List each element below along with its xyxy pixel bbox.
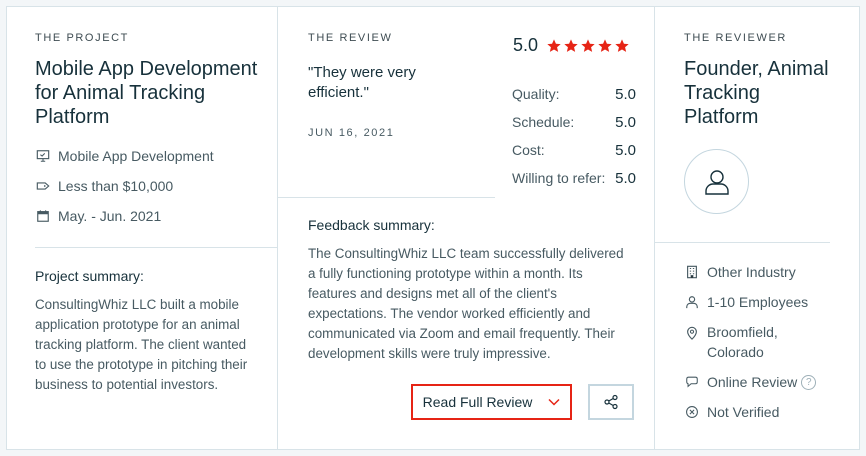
project-summary-text: ConsultingWhiz LLC built a mobile applic… bbox=[35, 295, 275, 395]
avatar bbox=[684, 149, 749, 214]
score-value: 5.0 bbox=[615, 114, 636, 131]
star-icon bbox=[581, 38, 595, 52]
industry-label: Other Industry bbox=[707, 264, 796, 280]
help-icon[interactable]: ? bbox=[801, 374, 817, 390]
overall-rating-value: 5.0 bbox=[513, 35, 539, 55]
review-quote: "They were very efficient." bbox=[308, 63, 416, 103]
review-date: JUN 16, 2021 bbox=[308, 127, 395, 139]
star-icon bbox=[615, 38, 629, 52]
share-icon bbox=[604, 394, 618, 410]
reviewer-location: Broomfield, Colorado bbox=[684, 324, 778, 362]
score-schedule: Schedule: 5.0 bbox=[512, 114, 636, 131]
feedback-line: The ConsultingWhiz LLC team successfully… bbox=[308, 246, 624, 261]
presentation-icon bbox=[35, 148, 51, 164]
x-circle-icon bbox=[684, 404, 700, 420]
reviewer-title-line: Founder, Animal bbox=[684, 58, 829, 80]
star-icon bbox=[547, 38, 561, 52]
review-type-label: Online Review bbox=[707, 374, 798, 390]
price-tag-icon bbox=[35, 178, 51, 194]
user-icon bbox=[704, 169, 729, 195]
project-service: Mobile App Development bbox=[35, 148, 214, 164]
project-title: Mobile App Development for Animal Tracki… bbox=[35, 57, 257, 129]
project-summary-label: Project summary: bbox=[35, 268, 144, 284]
feedback-summary-text: The ConsultingWhiz LLC team successfully… bbox=[308, 244, 648, 364]
column-divider bbox=[654, 7, 655, 449]
section-divider bbox=[278, 197, 495, 198]
project-title-line: Platform bbox=[35, 106, 110, 128]
location-line: Colorado bbox=[707, 344, 764, 360]
read-full-review-label: Read Full Review bbox=[422, 394, 533, 410]
project-budget: Less than $10,000 bbox=[35, 178, 173, 194]
score-label: Cost: bbox=[512, 142, 545, 158]
star-icon bbox=[564, 38, 578, 52]
score-willing-to-refer: Willing to refer: 5.0 bbox=[512, 170, 636, 187]
score-value: 5.0 bbox=[615, 170, 636, 187]
reviewer-title-line: Platform bbox=[684, 106, 759, 128]
building-icon bbox=[684, 264, 700, 280]
dates-label: May. - Jun. 2021 bbox=[58, 208, 162, 224]
project-title-line: Mobile App Development bbox=[35, 58, 258, 80]
employees-label: 1-10 Employees bbox=[707, 294, 809, 310]
reviewer-eyebrow: THE REVIEWER bbox=[684, 32, 787, 44]
feedback-line: a fully functioning prototype within a m… bbox=[308, 266, 583, 281]
summary-line: business to potential investors. bbox=[35, 377, 219, 392]
summary-line: tracking platform. The client wanted bbox=[35, 337, 247, 352]
reviewer-verification: Not Verified bbox=[684, 404, 779, 420]
chat-bubble-icon bbox=[684, 374, 700, 390]
score-quality: Quality: 5.0 bbox=[512, 86, 636, 103]
feedback-line: expectations. The vendor worked efficien… bbox=[308, 306, 591, 321]
person-icon bbox=[684, 294, 700, 310]
score-label: Willing to refer: bbox=[512, 170, 606, 186]
reviewer-industry: Other Industry bbox=[684, 264, 796, 280]
review-eyebrow: THE REVIEW bbox=[308, 32, 393, 44]
star-icon bbox=[598, 38, 612, 52]
feedback-line: development skills were truly impressive… bbox=[308, 346, 551, 361]
section-divider bbox=[35, 247, 277, 248]
project-title-line: for Animal Tracking bbox=[35, 82, 206, 104]
score-value: 5.0 bbox=[615, 86, 636, 103]
reviewer-title: Founder, Animal Tracking Platform bbox=[684, 57, 829, 129]
score-value: 5.0 bbox=[615, 142, 636, 159]
verification-label: Not Verified bbox=[707, 404, 780, 420]
summary-line: to use the prototype in pitching their bbox=[35, 357, 248, 372]
rating-stars bbox=[546, 38, 630, 54]
project-eyebrow: THE PROJECT bbox=[35, 32, 129, 44]
service-label: Mobile App Development bbox=[58, 148, 214, 164]
reviewer-review-type: Online Review ? bbox=[684, 374, 817, 390]
project-dates: May. - Jun. 2021 bbox=[35, 208, 161, 224]
feedback-summary-label: Feedback summary: bbox=[308, 217, 435, 233]
quote-line: "They were very bbox=[308, 64, 416, 81]
quote-line: efficient." bbox=[308, 84, 369, 101]
feedback-line: features and designs met all of the clie… bbox=[308, 286, 557, 301]
overall-rating: 5.0 bbox=[513, 35, 630, 56]
score-cost: Cost: 5.0 bbox=[512, 142, 636, 159]
reviewer-employees: 1-10 Employees bbox=[684, 294, 808, 310]
location-line: Broomfield, bbox=[707, 324, 778, 340]
calendar-icon bbox=[35, 208, 51, 224]
column-divider bbox=[277, 7, 278, 449]
summary-line: ConsultingWhiz LLC built a mobile bbox=[35, 297, 239, 312]
chevron-down-icon bbox=[548, 398, 560, 406]
reviewer-title-line: Tracking bbox=[684, 82, 760, 104]
section-divider bbox=[655, 242, 830, 243]
read-full-review-button[interactable]: Read Full Review bbox=[411, 384, 572, 420]
share-button[interactable] bbox=[588, 384, 634, 420]
budget-label: Less than $10,000 bbox=[58, 178, 174, 194]
location-pin-icon bbox=[684, 325, 700, 341]
score-label: Quality: bbox=[512, 86, 560, 102]
location-label: Broomfield, Colorado bbox=[707, 322, 778, 362]
score-label: Schedule: bbox=[512, 114, 575, 130]
feedback-line: communicated via Zoom and email frequent… bbox=[308, 326, 615, 341]
summary-line: application prototype for an animal bbox=[35, 317, 240, 332]
